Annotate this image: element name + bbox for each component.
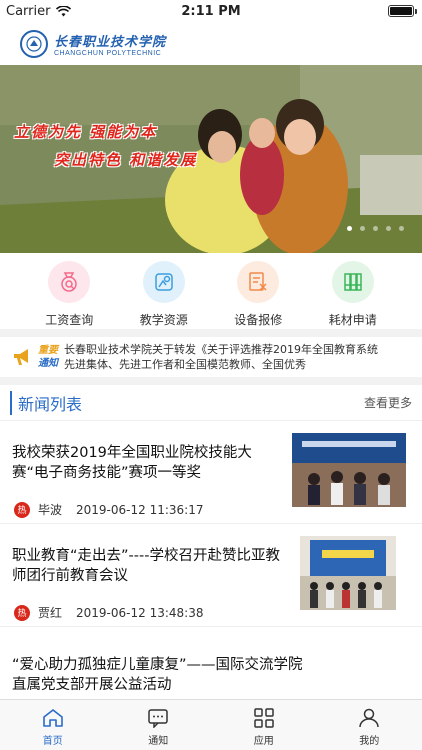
view-more-link[interactable]: 查看更多 [364, 394, 412, 411]
news-time: 2019-06-12 13:48:38 [76, 605, 204, 620]
banner-carousel[interactable]: 立德为先 强能为本 突出特色 和谐发展 [0, 65, 422, 253]
quick-actions: 工资查询 教学资源 设备报修 耗材申请 [0, 253, 422, 329]
notice-tag-bottom: 通知 [38, 358, 58, 369]
news-author: 贾红 [38, 606, 63, 620]
carousel-dot[interactable] [347, 226, 352, 231]
school-seal-icon [20, 29, 48, 58]
school-logo: 长春职业技术学院 CHANGCHUN POLYTECHNIC [54, 31, 166, 57]
news-item-title: 职业教育“走出去”----学校召开赴赞比亚教师团行前教育会议 [12, 548, 280, 584]
tab-bar: 首页 通知 应用 我的 [0, 699, 422, 750]
apps-icon [254, 708, 274, 728]
news-header: 新闻列表 查看更多 [0, 385, 422, 421]
quick-label: 教学资源 [139, 313, 188, 327]
quick-label: 耗材申请 [328, 313, 377, 327]
quick-salary-query[interactable]: 工资查询 [29, 261, 109, 329]
carousel-dot[interactable] [360, 226, 365, 231]
news-item[interactable]: 我校荣获2019年全国职业院校技能大赛“电子商务技能”赛项一等奖 热 毕波 20… [0, 421, 422, 524]
quick-label: 设备报修 [234, 313, 283, 327]
status-bar: Carrier 2:11 PM [0, 0, 422, 22]
home-icon [42, 709, 63, 727]
news-meta: 热 贾红 2019-06-12 13:48:38 [14, 604, 203, 621]
news-list: 我校荣获2019年全国职业院校技能大赛“电子商务技能”赛项一等奖 热 毕波 20… [0, 421, 422, 699]
app-header: 长春职业技术学院 CHANGCHUN POLYTECHNIC [0, 22, 422, 65]
tab-label: 我的 [359, 736, 380, 747]
tab-label: 应用 [253, 736, 274, 747]
banner-slogan-1: 立德为先 强能为本 [14, 123, 158, 141]
salary-search-icon [48, 261, 91, 303]
news-section-title: 新闻列表 [10, 390, 82, 415]
news-item[interactable]: 职业教育“走出去”----学校召开赴赞比亚教师团行前教育会议 热 贾红 2019… [0, 524, 422, 627]
status-time: 2:11 PM [181, 3, 241, 19]
tab-label: 通知 [148, 736, 169, 747]
carousel-dot[interactable] [373, 226, 378, 231]
repair-icon [237, 261, 280, 303]
notice-tag: 重要 通知 [38, 344, 58, 370]
banner-slogan-2: 突出特色 和谐发展 [54, 151, 198, 169]
news-thumbnail [292, 433, 406, 507]
tab-apps[interactable]: 应用 [211, 700, 317, 750]
news-thumbnail [300, 536, 396, 610]
tab-home[interactable]: 首页 [0, 700, 106, 750]
message-icon [148, 709, 168, 728]
news-item-title: “爱心助力孤独症儿童康复”——国际交流学院直属党支部开展公益活动 [12, 657, 303, 693]
notice-text: 长春职业技术学院关于转发《关于评选推荐2019年全国教育系统先进集体、先进工作者… [64, 343, 378, 371]
important-notice[interactable]: 重要 通知 长春职业技术学院关于转发《关于评选推荐2019年全国教育系统先进集体… [0, 337, 422, 377]
tab-label: 首页 [42, 736, 63, 747]
news-meta: 热 毕波 2019-06-12 11:36:17 [14, 501, 203, 518]
tab-notice[interactable]: 通知 [106, 700, 212, 750]
notice-tag-top: 重要 [38, 345, 58, 356]
news-author: 毕波 [38, 503, 63, 517]
hot-icon: 热 [14, 501, 30, 518]
megaphone-icon [14, 349, 28, 365]
teaching-resource-icon [142, 261, 185, 303]
logo-en: CHANGCHUN POLYTECHNIC [54, 49, 162, 57]
news-item-title: 我校荣获2019年全国职业院校技能大赛“电子商务技能”赛项一等奖 [12, 445, 252, 481]
battery-icon [388, 5, 417, 17]
quick-equipment-repair[interactable]: 设备报修 [218, 261, 298, 329]
logo-cn: 长春职业技术学院 [54, 34, 167, 50]
tab-profile[interactable]: 我的 [317, 700, 422, 750]
quick-label: 工资查询 [45, 313, 94, 327]
carousel-dot[interactable] [386, 226, 391, 231]
news-item[interactable]: “爱心助力孤独症儿童康复”——国际交流学院直属党支部开展公益活动 [0, 627, 422, 699]
news-time: 2019-06-12 11:36:17 [76, 502, 204, 517]
quick-teaching-resources[interactable]: 教学资源 [124, 261, 204, 329]
carousel-dot[interactable] [399, 226, 404, 231]
hot-icon: 热 [14, 604, 30, 621]
supplies-icon [331, 261, 374, 303]
quick-supplies-request[interactable]: 耗材申请 [313, 261, 393, 329]
profile-icon [359, 708, 379, 728]
carousel-indicator [347, 226, 404, 231]
